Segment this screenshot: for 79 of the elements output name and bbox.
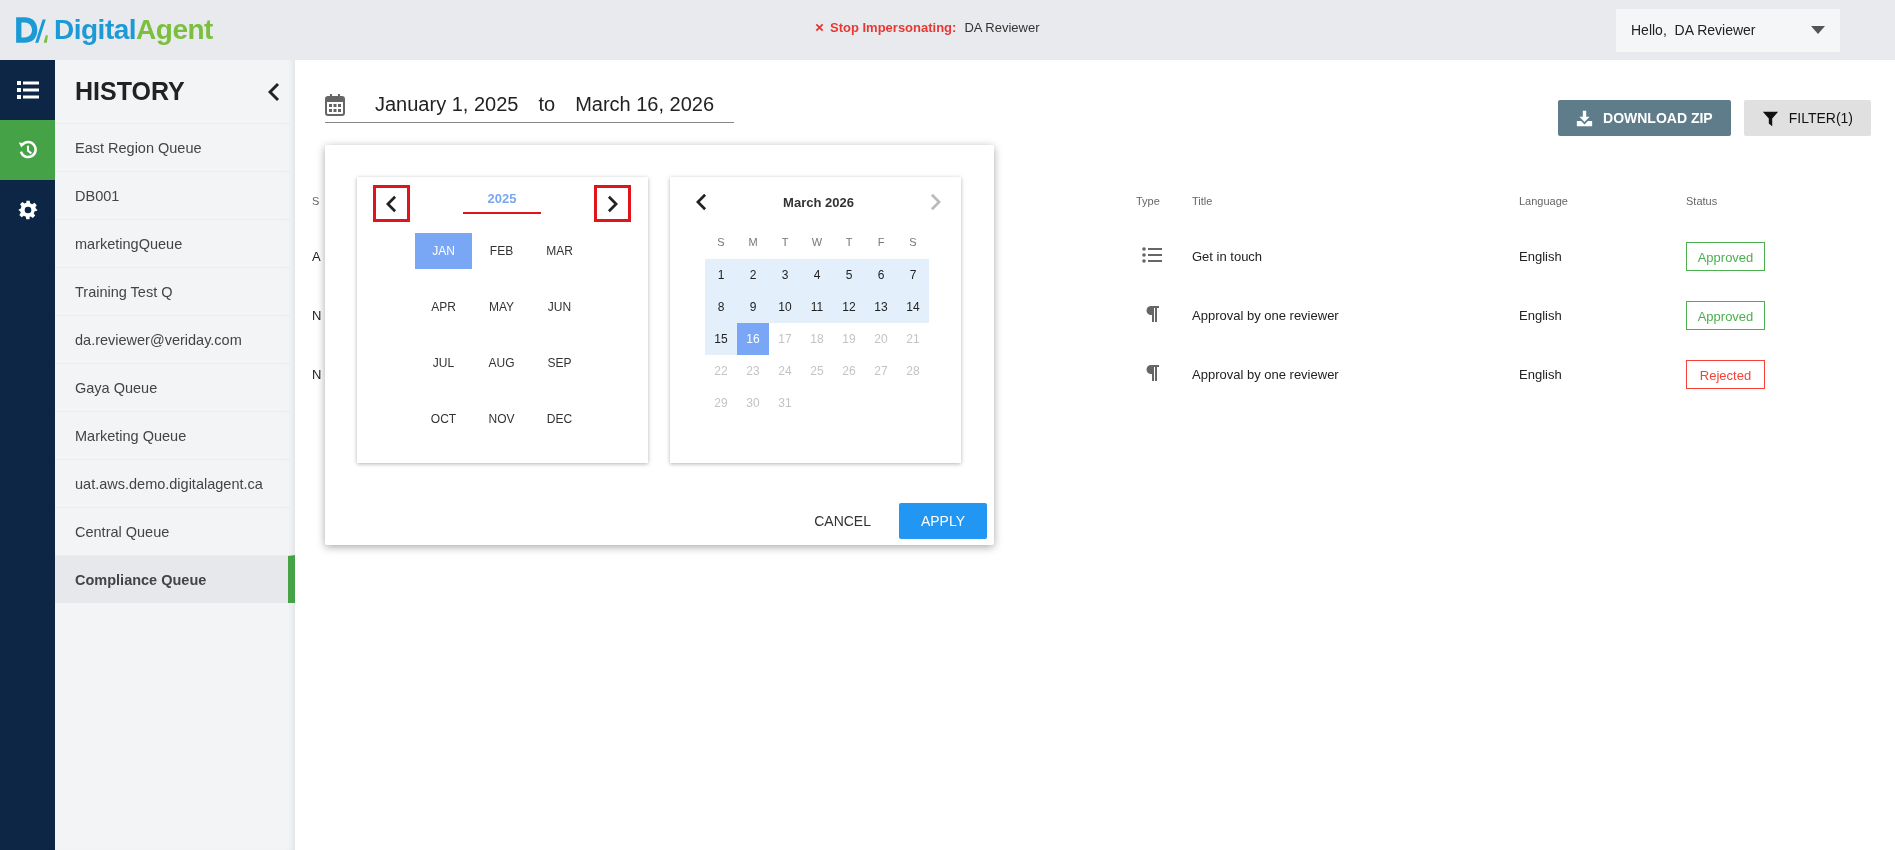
previous-year-button[interactable] [373, 185, 410, 222]
status-badge: Rejected [1686, 360, 1765, 389]
day-cell[interactable]: 6 [865, 259, 897, 291]
column-header: Type [1136, 195, 1160, 207]
chevron-left-icon [386, 194, 397, 213]
day-cell[interactable]: 4 [801, 259, 833, 291]
table-cell: A [312, 249, 321, 264]
logo-mark-icon [14, 14, 50, 46]
month-option[interactable]: MAR [531, 233, 588, 269]
status-badge: Approved [1686, 301, 1765, 330]
table-cell: N [312, 367, 322, 382]
list-icon [1142, 247, 1162, 263]
sidebar-item[interactable]: Compliance Queue [55, 555, 295, 603]
day-cell[interactable]: 2 [737, 259, 769, 291]
weekday-label: T [844, 235, 854, 250]
day-cell[interactable]: 9 [737, 291, 769, 323]
table-cell-text: Approval by one reviewer [1192, 308, 1340, 323]
list-icon [16, 80, 39, 100]
impersonated-user: DA Reviewer [964, 20, 1040, 35]
filter-icon [1761, 109, 1779, 127]
column-header: Title [1192, 195, 1213, 207]
column-header: S [312, 195, 320, 207]
day-cell[interactable]: 13 [865, 291, 897, 323]
day-cell[interactable]: 10 [769, 291, 801, 323]
next-year-button[interactable] [594, 185, 631, 222]
month-title: March 2026 [783, 194, 854, 210]
day-cell[interactable]: 5 [833, 259, 865, 291]
status-badge: Approved [1686, 242, 1765, 271]
month-option[interactable]: NOV [473, 401, 530, 437]
logo: DigitalAgent [14, 14, 213, 46]
weekday-label: S [716, 235, 726, 250]
day-cell[interactable]: 7 [897, 259, 929, 291]
stop-impersonating-link[interactable]: Stop Impersonating: [830, 20, 957, 35]
table-cell-text: Get in touch [1192, 249, 1264, 264]
weekday-label: T [780, 235, 790, 250]
gear-icon [16, 200, 39, 220]
table-cell-text: English [1519, 249, 1563, 264]
calendar-icon [325, 93, 345, 116]
day-cell[interactable]: 11 [801, 291, 833, 323]
previous-month-button[interactable] [696, 193, 707, 211]
chevron-left-icon[interactable] [268, 81, 280, 102]
month-option[interactable]: DEC [531, 401, 588, 437]
user-menu[interactable]: Hello, DA Reviewer [1616, 8, 1840, 52]
month-option[interactable]: SEP [531, 345, 588, 381]
month-option[interactable]: MAY [473, 289, 530, 325]
close-icon[interactable] [815, 23, 824, 32]
month-option[interactable]: OCT [415, 401, 472, 437]
weekday-label: S [908, 235, 918, 250]
chevron-left-icon [696, 193, 707, 211]
month-option[interactable]: APR [415, 289, 472, 325]
cancel-button[interactable]: CANCEL [808, 512, 877, 530]
table-cell-text: English [1519, 308, 1563, 323]
day-cell[interactable]: 14 [897, 291, 929, 323]
chevron-right-icon [930, 193, 941, 211]
day-cell[interactable]: 3 [769, 259, 801, 291]
month-option[interactable]: JUN [531, 289, 588, 325]
column-header: Status [1686, 195, 1718, 207]
day-cell[interactable]: 12 [833, 291, 865, 323]
day-cell[interactable]: 15 [705, 323, 737, 355]
column-header: Language [1519, 195, 1568, 207]
table-cell: N [312, 308, 322, 323]
filter-button[interactable]: FILTER(1) [1743, 100, 1871, 136]
month-option[interactable]: JUL [415, 345, 472, 381]
download-button[interactable]: DOWNLOAD ZIP [1558, 100, 1731, 136]
month-option[interactable]: FEB [473, 233, 530, 269]
history-icon [16, 140, 39, 160]
day-cell[interactable]: 8 [705, 291, 737, 323]
caret-icon [1811, 26, 1825, 34]
month-option[interactable]: AUG [473, 345, 530, 381]
weekday-label: W [810, 235, 824, 250]
sidebar-title: HISTORY [75, 77, 185, 106]
chevron-right-icon [607, 194, 618, 213]
day-cell[interactable]: 1 [705, 259, 737, 291]
date-range-field[interactable]: January 1, 2025 to March 16, 2026 [325, 93, 735, 123]
weekday-label: F [876, 235, 886, 250]
table-cell-text: Approval by one reviewer [1192, 367, 1340, 382]
table-cell-text: English [1519, 367, 1563, 382]
download-icon [1576, 109, 1594, 127]
weekday-label: M [747, 235, 759, 250]
